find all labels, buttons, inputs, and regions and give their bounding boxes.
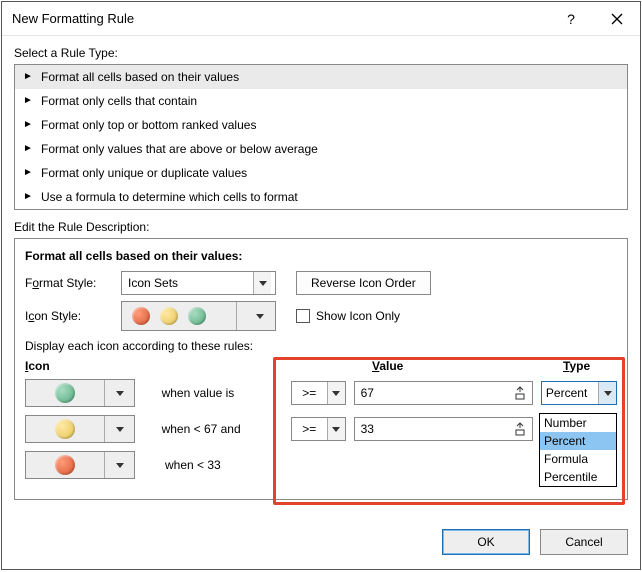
cancel-label: Cancel [565, 535, 602, 549]
rule-type-item[interactable]: ► Format all cells based on their values [15, 65, 627, 89]
format-style-dropdown[interactable]: Icon Sets [121, 271, 276, 295]
help-button[interactable]: ? [548, 2, 594, 36]
icon-style-row: Icon Style: Show Icon Only [25, 301, 617, 331]
titlebar: New Formatting Rule ? [2, 2, 640, 36]
rule-type-item[interactable]: ► Format only values that are above or b… [15, 137, 627, 161]
icon-picker[interactable] [25, 379, 135, 407]
rule-type-text: Format only unique or duplicate values [41, 166, 247, 180]
chevron-down-icon [105, 452, 134, 478]
condition-text: when < 33 [153, 458, 298, 472]
rule-type-text: Format all cells based on their values [41, 70, 239, 84]
rule-type-text: Format only values that are above or bel… [41, 142, 318, 156]
rule-type-text: Use a formula to determine which cells t… [41, 190, 298, 204]
collapse-dialog-icon[interactable] [510, 419, 530, 439]
icon-rule-row: when < 67 and >= 33 Percent [25, 415, 617, 443]
rule-type-item[interactable]: ► Use a formula to determine which cells… [15, 185, 627, 209]
chevron-down-icon [598, 382, 616, 404]
traffic-yellow-icon [160, 307, 178, 325]
operator-dropdown[interactable]: >= [291, 381, 346, 405]
type-option[interactable]: Percent [540, 432, 616, 450]
type-dropdown[interactable]: Percent [541, 381, 617, 405]
rule-type-text: Format only top or bottom ranked values [41, 118, 256, 132]
bullet-icon: ► [23, 96, 35, 106]
cancel-button[interactable]: Cancel [540, 529, 628, 555]
checkbox-icon [296, 309, 310, 323]
dialog-content: Select a Rule Type: ► Format all cells b… [2, 36, 640, 515]
bullet-icon: ► [23, 168, 35, 178]
icon-rule-row: when value is >= 67 Percent [25, 379, 617, 407]
close-button[interactable] [594, 2, 640, 36]
traffic-red-icon [55, 455, 75, 475]
dialog-footer: OK Cancel [2, 515, 640, 569]
reverse-icon-order-label: Reverse Icon Order [311, 276, 416, 290]
type-option[interactable]: Number [540, 414, 616, 432]
chevron-down-icon [327, 418, 345, 440]
icon-style-dropdown[interactable] [121, 301, 276, 331]
rule-type-item[interactable]: ► Format only top or bottom ranked value… [15, 113, 627, 137]
show-icon-only-checkbox[interactable]: Show Icon Only [296, 309, 400, 323]
icon-picker[interactable] [25, 415, 135, 443]
bullet-icon: ► [23, 120, 35, 130]
operator-value: >= [292, 422, 327, 436]
type-dropdown-list[interactable]: Number Percent Formula Percentile [539, 413, 617, 487]
rule-type-item[interactable]: ► Format only unique or duplicate values [15, 161, 627, 185]
icon-rule-row: when < 33 [25, 451, 617, 479]
rule-type-text: Format only cells that contain [41, 94, 197, 108]
bullet-icon: ► [23, 192, 35, 202]
window-title: New Formatting Rule [12, 11, 548, 26]
value-text: 67 [361, 386, 510, 400]
type-option[interactable]: Formula [540, 450, 616, 468]
rule-type-list[interactable]: ► Format all cells based on their values… [14, 64, 628, 210]
icon-style-label: Icon Style: [25, 309, 113, 323]
rule-type-item[interactable]: ► Format only cells that contain [15, 89, 627, 113]
condition-text: when < 67 and [150, 422, 291, 436]
ok-label: OK [477, 535, 494, 549]
type-option[interactable]: Percentile [540, 468, 616, 486]
rule-description-label: Edit the Rule Description: [14, 220, 628, 234]
format-style-row: Format Style: Icon Sets Reverse Icon Ord… [25, 271, 617, 295]
traffic-green-icon [188, 307, 206, 325]
icon-rules-header: Icon Value Type [25, 359, 617, 373]
rule-type-label: Select a Rule Type: [14, 46, 628, 60]
operator-dropdown[interactable]: >= [291, 417, 346, 441]
traffic-yellow-icon [55, 419, 75, 439]
rule-description-box: Format all cells based on their values: … [14, 238, 628, 500]
chevron-down-icon [249, 302, 271, 330]
value-input[interactable]: 67 [354, 381, 533, 405]
condition-text: when value is [150, 386, 291, 400]
chevron-down-icon [105, 380, 134, 406]
traffic-red-icon [132, 307, 150, 325]
icon-picker[interactable] [25, 451, 135, 479]
chevron-down-icon [105, 416, 134, 442]
format-style-label: Format Style: [25, 276, 113, 290]
type-value: Percent [546, 386, 587, 400]
show-icon-only-label: Show Icon Only [316, 309, 400, 323]
reverse-icon-order-button[interactable]: Reverse Icon Order [296, 271, 431, 295]
format-style-value: Icon Sets [128, 276, 178, 290]
dialog-new-formatting-rule: New Formatting Rule ? Select a Rule Type… [1, 1, 641, 570]
rule-description-title: Format all cells based on their values: [25, 249, 617, 263]
collapse-dialog-icon[interactable] [510, 383, 530, 403]
bullet-icon: ► [23, 144, 35, 154]
chevron-down-icon [253, 272, 271, 294]
close-icon [611, 13, 623, 25]
traffic-green-icon [55, 383, 75, 403]
operator-value: >= [292, 386, 327, 400]
chevron-down-icon [327, 382, 345, 404]
display-rules-hint: Display each icon according to these rul… [25, 339, 617, 353]
value-input[interactable]: 33 [354, 417, 533, 441]
bullet-icon: ► [23, 72, 35, 82]
value-text: 33 [361, 422, 510, 436]
ok-button[interactable]: OK [442, 529, 530, 555]
